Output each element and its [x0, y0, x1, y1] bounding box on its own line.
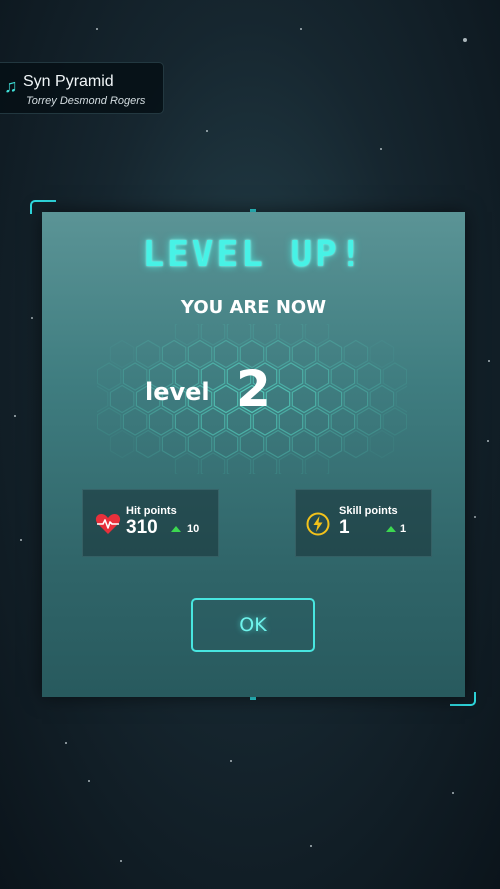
hexagon-cell — [369, 429, 395, 459]
hexagon-cell — [174, 407, 200, 436]
hexagon-cell — [97, 385, 109, 413]
hexagon-cell — [122, 362, 148, 391]
track-title: Syn Pyramid — [23, 73, 114, 90]
hexagon-cell — [97, 362, 122, 391]
hit-points-label: Hit points — [126, 505, 177, 517]
hexagon-cell — [382, 407, 407, 436]
hit-points-gain: 10 — [187, 523, 200, 535]
hexagon-cell — [278, 452, 304, 474]
hexagon-cell — [97, 407, 122, 436]
hexagon-cell — [161, 429, 187, 459]
hexagon-cell — [304, 362, 330, 391]
hexagon-cell — [213, 384, 239, 414]
hexagon-cell — [395, 385, 407, 413]
hexagon-cell — [200, 324, 226, 346]
hexagon-cell — [291, 429, 317, 459]
hexagon-cell — [174, 324, 200, 346]
hexagon-cell — [369, 384, 395, 414]
hexagon-cell — [317, 384, 343, 414]
skill-points-label: Skill points — [339, 505, 398, 517]
hexagon-cell — [161, 339, 187, 369]
you-are-now-label: YOU ARE NOW — [180, 297, 327, 318]
hexagon-cell — [343, 339, 369, 369]
hexagon-cell — [304, 407, 330, 436]
skill-points-gain: 1 — [400, 523, 407, 535]
hexagon-cell — [200, 407, 226, 436]
hexagon-cell — [252, 324, 278, 346]
lightning-bolt-icon — [306, 512, 330, 536]
hexagon-cell — [304, 452, 330, 474]
skill-points-value: 1 — [339, 517, 350, 538]
frame-tick-bottom — [250, 697, 256, 700]
hexagon-cell — [356, 362, 382, 391]
music-note-icon: ♫ — [4, 76, 18, 96]
hexagon-cell — [135, 339, 161, 369]
hexagon-cell — [343, 429, 369, 459]
hexagon-cell — [265, 429, 291, 459]
hexagon-cell — [187, 429, 213, 459]
increase-arrow-icon — [386, 526, 396, 532]
hexagon-cell — [304, 324, 330, 346]
hexagon-cell — [213, 429, 239, 459]
skill-points-box: Skill points 1 1 — [295, 489, 432, 557]
hexagon-cell — [109, 384, 135, 414]
track-artist: Torrey Desmond Rogers — [26, 95, 146, 107]
hexagon-cell — [200, 452, 226, 474]
level-label: level — [145, 378, 210, 406]
level-up-dialog: LEVEL UP! YOU ARE NOW level 2 Hit points… — [42, 212, 465, 697]
ok-button[interactable]: OK — [191, 598, 315, 652]
hexagon-cell — [252, 452, 278, 474]
now-playing-banner: ♫ Syn Pyramid Torrey Desmond Rogers — [0, 62, 164, 114]
hexagon-cell — [226, 452, 252, 474]
hexagon-cell — [369, 339, 395, 369]
hexagon-cell — [148, 407, 174, 436]
heart-pulse-icon — [95, 514, 121, 534]
hexagon-cell — [291, 384, 317, 414]
hexagon-cell — [278, 407, 304, 436]
hexagon-cell — [343, 384, 369, 414]
hit-points-box: Hit points 310 10 — [82, 489, 219, 557]
hexagon-cell — [317, 429, 343, 459]
level-number: 2 — [236, 360, 271, 418]
hexagon-cell — [330, 407, 356, 436]
hexagon-cell — [291, 339, 317, 369]
hexagon-cell — [356, 407, 382, 436]
hexagon-cell — [278, 362, 304, 391]
hexagon-cell — [382, 362, 407, 391]
hit-points-value: 310 — [126, 517, 158, 538]
hexagon-cell — [174, 452, 200, 474]
hexagon-cell — [239, 429, 265, 459]
increase-arrow-icon — [171, 526, 181, 532]
hexagon-cell — [278, 324, 304, 346]
hexagon-cell — [317, 339, 343, 369]
hexagon-cell — [109, 339, 135, 369]
hexagon-cell — [135, 429, 161, 459]
hexagon-cell — [213, 339, 239, 369]
hexagon-cell — [187, 339, 213, 369]
hexagon-cell — [330, 362, 356, 391]
hexagon-cell — [226, 324, 252, 346]
hexagon-cell — [109, 429, 135, 459]
hexagon-cell — [122, 407, 148, 436]
level-up-title: LEVEL UP! — [142, 234, 365, 275]
